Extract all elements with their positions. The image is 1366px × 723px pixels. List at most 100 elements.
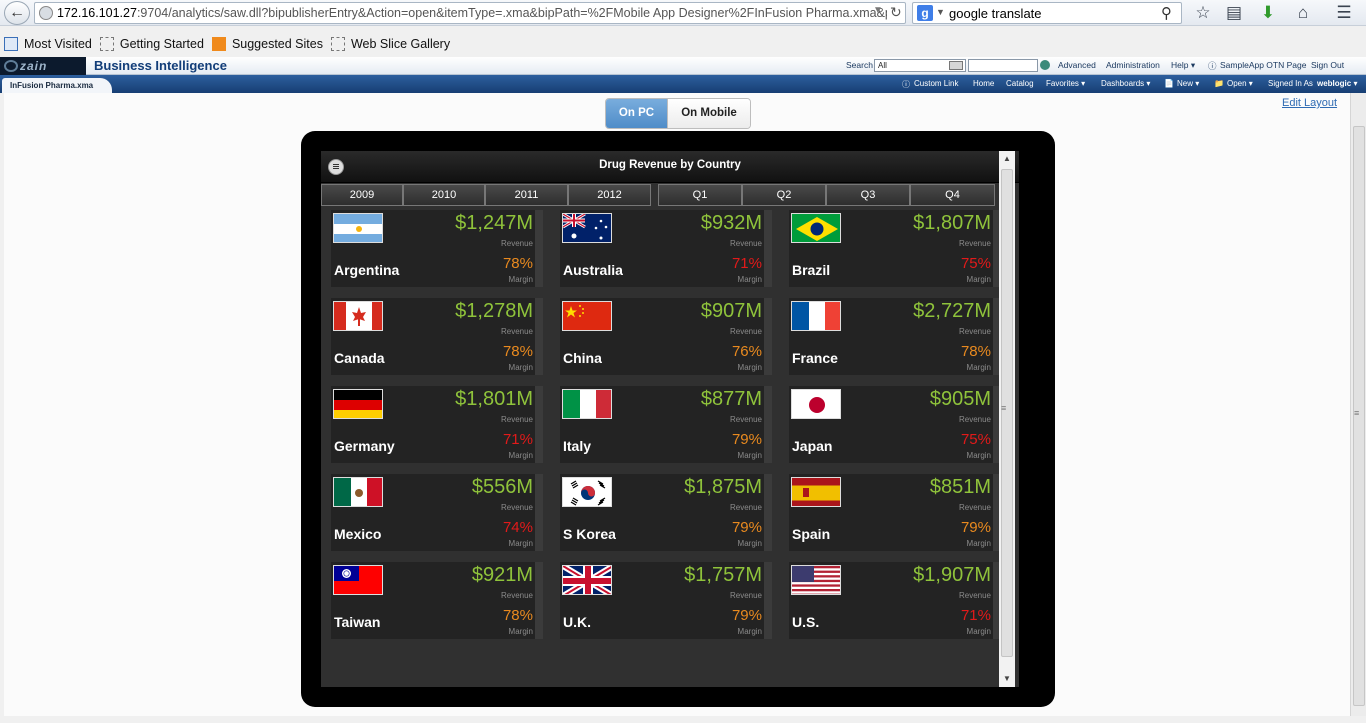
country-tile[interactable]: Argentina $1,247M Revenue 78% Margin	[331, 210, 543, 287]
country-name: Japan	[792, 438, 833, 454]
bookmark-suggested-sites[interactable]: Suggested Sites	[211, 37, 323, 51]
country-name: Germany	[334, 438, 395, 454]
g-logo-icon[interactable]: g	[917, 5, 933, 21]
country-tile[interactable]: U.S. $1,907M Revenue 71% Margin	[789, 562, 1001, 639]
country-tile[interactable]: U.K. $1,757M Revenue 79% Margin	[560, 562, 772, 639]
globe-icon	[39, 6, 53, 20]
tab-year[interactable]: 2012	[568, 184, 651, 206]
app-scroll-thumb[interactable]	[1001, 169, 1013, 657]
dashboards-menu[interactable]: Dashboards ▾	[1101, 79, 1150, 88]
url-bar[interactable]: 172.16.101.27:9704/analytics/saw.dll?bip…	[34, 2, 906, 24]
bookmark-web-slice-gallery[interactable]: Web Slice Gallery	[330, 37, 450, 51]
tab-document[interactable]: InFusion Pharma.xma	[2, 78, 112, 93]
app-title: Drug Revenue by Country	[599, 159, 741, 171]
home-link[interactable]: Home	[973, 79, 994, 88]
country-name: China	[563, 350, 602, 366]
mexico-flag-icon	[333, 477, 383, 507]
edit-layout-link[interactable]: Edit Layout	[1282, 97, 1337, 109]
help-menu[interactable]: Help ▾	[1171, 60, 1195, 71]
country-name: Argentina	[334, 262, 400, 278]
page-scrollbar[interactable]: ≡	[1350, 93, 1366, 716]
revenue-label: Revenue	[958, 591, 991, 600]
country-tile[interactable]: Spain $851M Revenue 79% Margin	[789, 474, 1001, 551]
search-scope-value: All	[878, 61, 887, 70]
margin-value: 78%	[502, 343, 533, 360]
country-tile[interactable]: France $2,727M Revenue 78% Margin	[789, 298, 1001, 375]
chevron-down-icon[interactable]	[949, 61, 963, 70]
country-tile[interactable]: Japan $905M Revenue 75% Margin	[789, 386, 1001, 463]
signout-link[interactable]: Sign Out	[1311, 60, 1344, 70]
tab-year[interactable]: 2009	[321, 184, 403, 206]
user-menu[interactable]: weblogic ▾	[1317, 79, 1357, 88]
country-tile[interactable]: S Korea $1,875M Revenue 79% Margin	[560, 474, 772, 551]
country-tile[interactable]: China $907M Revenue 76% Margin	[560, 298, 772, 375]
administration-link[interactable]: Administration	[1106, 60, 1160, 70]
country-name: Taiwan	[334, 614, 381, 630]
url-text[interactable]: 172.16.101.27:9704/analytics/saw.dll?bip…	[57, 6, 887, 20]
app-header: Drug Revenue by Country	[321, 151, 1019, 183]
favorites-menu[interactable]: Favorites ▾	[1046, 79, 1085, 88]
scroll-down-icon[interactable]: ▼	[999, 671, 1015, 687]
back-arrow-icon[interactable]: ←	[4, 1, 30, 25]
country-name: U.K.	[563, 614, 591, 630]
tab-quarter[interactable]: Q2	[742, 184, 826, 206]
home-icon[interactable]: ⌂	[1293, 3, 1313, 23]
new-menu[interactable]: New ▾	[1177, 79, 1199, 88]
menu-icon[interactable]: ☰	[1334, 3, 1354, 23]
info-icon: ⓘ	[902, 80, 910, 89]
bookmarks-list-icon[interactable]: ▤	[1224, 3, 1244, 23]
country-tile[interactable]: Germany $1,801M Revenue 71% Margin	[331, 386, 543, 463]
country-tile[interactable]: Australia $932M Revenue 71% Margin	[560, 210, 772, 287]
advanced-link[interactable]: Advanced	[1058, 60, 1096, 70]
signed-in-label: Signed In As	[1268, 79, 1313, 88]
margin-label: Margin	[508, 451, 533, 460]
search-bar[interactable]: g ▼ google translate ⚲	[912, 2, 1182, 24]
search-go-icon[interactable]	[1040, 60, 1050, 70]
country-tile[interactable]: Taiwan $921M Revenue 78% Margin	[331, 562, 543, 639]
margin-label: Margin	[508, 627, 533, 636]
country-name: Italy	[563, 438, 592, 454]
margin-label: Margin	[737, 363, 762, 372]
info-icon: ⓘ	[1208, 61, 1217, 71]
page-icon	[330, 37, 345, 51]
scroll-grip-icon: ≡	[1354, 408, 1360, 418]
search-scope-select[interactable]: All	[874, 59, 966, 72]
country-tile[interactable]: Mexico $556M Revenue 74% Margin	[331, 474, 543, 551]
open-menu[interactable]: Open ▾	[1227, 79, 1253, 88]
on-pc-button[interactable]: On PC	[606, 99, 667, 128]
country-tile[interactable]: Italy $877M Revenue 79% Margin	[560, 386, 772, 463]
country-name: Canada	[334, 350, 385, 366]
margin-value: 76%	[731, 343, 762, 360]
bookmark-getting-started[interactable]: Getting Started	[99, 37, 204, 51]
margin-value: 75%	[960, 431, 991, 448]
search-engine-dropdown-icon[interactable]: ▼	[936, 7, 945, 17]
tab-quarter[interactable]: Q3	[826, 184, 910, 206]
on-mobile-button[interactable]: On Mobile	[667, 99, 750, 128]
margin-value: 71%	[960, 607, 991, 624]
tab-year[interactable]: 2011	[485, 184, 568, 206]
bookmark-most-visited[interactable]: Most Visited	[4, 37, 92, 51]
scroll-up-icon[interactable]: ▲	[999, 151, 1015, 167]
tab-quarter[interactable]: Q1	[658, 184, 742, 206]
revenue-label: Revenue	[500, 591, 533, 600]
tab-year[interactable]: 2010	[403, 184, 485, 206]
obi-search-input[interactable]	[968, 59, 1038, 72]
magnifier-icon[interactable]: ⚲	[1161, 4, 1172, 22]
country-tile[interactable]: Canada $1,278M Revenue 78% Margin	[331, 298, 543, 375]
country-tile[interactable]: Brazil $1,807M Revenue 75% Margin	[789, 210, 1001, 287]
margin-label: Margin	[737, 275, 762, 284]
download-arrow-icon[interactable]: ⬇	[1258, 3, 1278, 23]
catalog-link[interactable]: Catalog	[1006, 79, 1034, 88]
search-input[interactable]: google translate	[949, 6, 1042, 21]
app-scrollbar[interactable]: ▲ ≡ ▼	[999, 151, 1015, 687]
sampleapp-link[interactable]: SampleApp OTN Page	[1220, 60, 1306, 70]
period-tabs: 2009 2010 2011 2012 Q1 Q2 Q3 Q4	[321, 184, 1019, 206]
country-tiles: Argentina $1,247M Revenue 78% Margin Australi…	[321, 206, 1001, 687]
custom-link[interactable]: Custom Link	[914, 79, 958, 88]
url-dropdown-icon[interactable]: ▼	[873, 5, 883, 16]
margin-label: Margin	[508, 363, 533, 372]
south-korea-flag-icon	[562, 477, 612, 507]
tab-quarter[interactable]: Q4	[910, 184, 995, 206]
reload-icon[interactable]: ↻	[890, 4, 902, 21]
bookmark-star-icon[interactable]: ☆	[1193, 3, 1213, 23]
